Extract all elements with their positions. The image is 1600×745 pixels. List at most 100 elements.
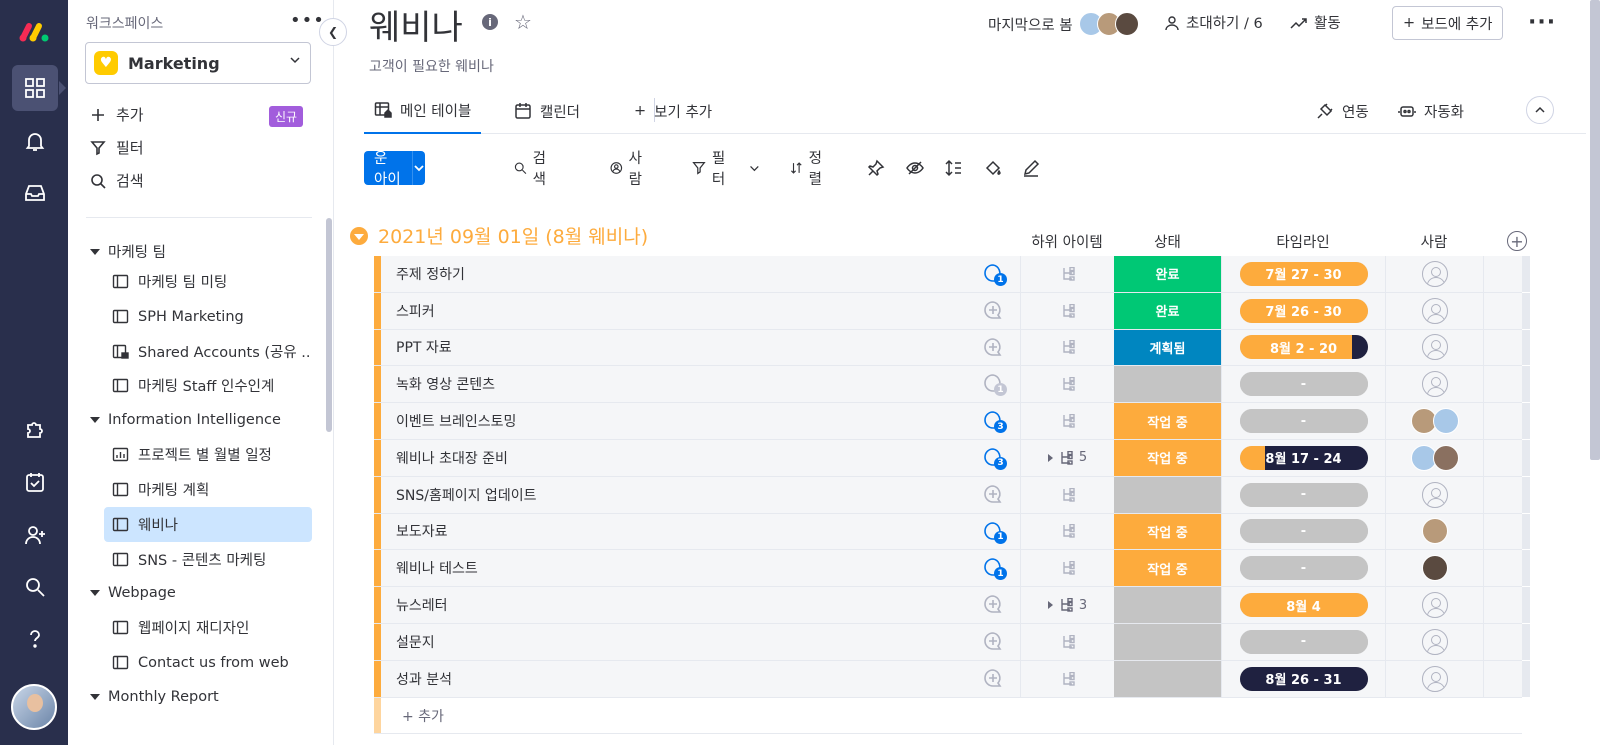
new-item-button[interactable]: 새로운 아이템: [364, 151, 426, 185]
last-seen[interactable]: 마지막으로 봄: [988, 12, 1139, 36]
status-cell[interactable]: [1114, 623, 1221, 660]
board-item[interactable]: 마케팅 팀 미팅: [104, 264, 312, 299]
item-name[interactable]: 주제 정하기: [396, 256, 465, 292]
invite-button[interactable]: 초대하기 / 6: [1164, 12, 1263, 33]
status-cell[interactable]: 완료: [1114, 256, 1221, 292]
timeline-cell[interactable]: 8월 17 - 24: [1221, 439, 1385, 476]
expand-caret-icon[interactable]: [1047, 453, 1053, 462]
timeline-cell[interactable]: -: [1221, 513, 1385, 550]
subitems-cell[interactable]: [1020, 476, 1114, 513]
item-name[interactable]: 스피커: [396, 293, 435, 329]
timeline-cell[interactable]: -: [1221, 476, 1385, 513]
timeline-cell[interactable]: 8월 4: [1221, 587, 1385, 623]
column-header-status[interactable]: 상태: [1114, 231, 1221, 252]
timeline-cell[interactable]: 8월 26 - 31: [1221, 660, 1385, 697]
add-update-icon[interactable]: [982, 336, 1006, 360]
person-cell[interactable]: [1385, 403, 1483, 439]
timeline-cell[interactable]: 7월 27 - 30: [1221, 256, 1385, 292]
timeline-cell[interactable]: -: [1221, 403, 1385, 439]
tab-main-table[interactable]: 메인 테이블: [364, 88, 482, 134]
invite-user-icon[interactable]: [12, 512, 58, 558]
timeline-cell[interactable]: -: [1221, 623, 1385, 660]
subitems-cell[interactable]: [1020, 623, 1114, 660]
sidebar-filter-button[interactable]: 필터: [90, 137, 144, 158]
workspace-selector[interactable]: ♥ Marketing: [85, 42, 311, 84]
add-column-icon[interactable]: +: [1507, 231, 1527, 251]
add-update-icon[interactable]: [982, 299, 1006, 323]
automate-button[interactable]: 자동화: [1398, 88, 1464, 134]
status-cell[interactable]: 작업 중: [1114, 439, 1221, 476]
item-name[interactable]: PPT 자료: [396, 330, 452, 366]
board-item[interactable]: 마케팅 Staff 인수인계: [104, 368, 312, 403]
table-row[interactable]: 성과 분석 8월 26 - 31: [374, 660, 1530, 698]
table-row[interactable]: PPT 자료 계획됨 8월 2 - 20: [374, 329, 1530, 367]
row-height-icon[interactable]: [944, 159, 962, 177]
timeline-cell[interactable]: -: [1221, 366, 1385, 403]
add-update-icon[interactable]: [982, 593, 1006, 617]
board-item[interactable]: Shared Accounts (공유 ...: [104, 334, 312, 369]
updates-bubble-icon[interactable]: 1: [982, 556, 1007, 581]
board-item[interactable]: SPH Marketing: [104, 299, 312, 334]
my-work-calendar-icon[interactable]: [12, 459, 58, 505]
folder-information-intelligence[interactable]: Information Intelligence: [90, 412, 281, 428]
add-view-button[interactable]: + 보기 추가: [624, 88, 722, 134]
item-name[interactable]: 녹화 영상 콘텐츠: [396, 366, 495, 402]
group-header[interactable]: 2021년 09월 01일 (8월 웨비나): [350, 222, 648, 249]
table-row[interactable]: 이벤트 브레인스토밍 3 작업 중 -: [374, 403, 1530, 440]
user-avatar[interactable]: [11, 684, 57, 730]
person-cell[interactable]: [1385, 476, 1483, 513]
board-item[interactable]: 프로젝트 별 월별 일정: [104, 437, 312, 472]
timeline-cell[interactable]: 7월 26 - 30: [1221, 292, 1385, 329]
person-cell[interactable]: [1385, 439, 1483, 476]
add-update-icon[interactable]: [982, 630, 1006, 654]
board-item[interactable]: 웹페이지 재디자인: [104, 610, 312, 645]
sidebar-collapse-button[interactable]: ❮: [319, 18, 347, 46]
folder-marketing-team[interactable]: 마케팅 팀: [90, 241, 166, 262]
tab-calendar[interactable]: 캘린더: [504, 88, 590, 134]
table-row[interactable]: 스피커 완료 7월 26 - 30: [374, 292, 1530, 330]
item-name[interactable]: SNS/홈페이지 업데이트: [396, 477, 536, 513]
item-name[interactable]: 웨비나 테스트: [396, 550, 478, 586]
sidebar-scrollbar[interactable]: [326, 218, 332, 432]
add-to-board-button[interactable]: + 보드에 추가: [1392, 6, 1504, 40]
status-cell[interactable]: [1114, 587, 1221, 623]
status-cell[interactable]: [1114, 660, 1221, 697]
table-row[interactable]: 웨비나 테스트 1 작업 중 -: [374, 550, 1530, 588]
person-cell[interactable]: [1385, 256, 1483, 292]
collapse-header-button[interactable]: [1526, 96, 1554, 124]
status-cell[interactable]: 작업 중: [1114, 513, 1221, 550]
timeline-cell[interactable]: -: [1221, 550, 1385, 587]
workspace-grid-icon[interactable]: [12, 65, 66, 111]
board-item[interactable]: Contact us from web: [104, 645, 312, 680]
activity-button[interactable]: 활동: [1290, 12, 1341, 33]
column-header-timeline[interactable]: 타임라인: [1221, 231, 1385, 252]
pin-icon[interactable]: [867, 159, 885, 177]
folder-monthly-report[interactable]: Monthly Report: [90, 689, 219, 705]
item-name[interactable]: 웨비나 초대장 준비: [396, 440, 508, 476]
info-icon[interactable]: i: [482, 14, 498, 30]
status-cell[interactable]: [1114, 366, 1221, 403]
status-cell[interactable]: 작업 중: [1114, 550, 1221, 587]
board-item[interactable]: 마케팅 계획: [104, 472, 312, 507]
table-row[interactable]: SNS/홈페이지 업데이트 -: [374, 476, 1530, 514]
person-cell[interactable]: [1385, 292, 1483, 329]
sidebar-search-button[interactable]: 검색: [90, 170, 144, 191]
subitems-cell[interactable]: 5: [1020, 439, 1114, 476]
expand-caret-icon[interactable]: [1047, 601, 1053, 610]
item-name[interactable]: 이벤트 브레인스토밍: [396, 403, 516, 439]
person-cell[interactable]: [1385, 550, 1483, 587]
integrate-button[interactable]: 연동: [1316, 88, 1369, 134]
updates-bubble-icon[interactable]: 3: [982, 446, 1007, 470]
inbox-icon[interactable]: [12, 170, 58, 216]
subitems-cell[interactable]: [1020, 513, 1114, 550]
search-button[interactable]: 검색: [514, 151, 551, 188]
group-collapse-icon[interactable]: [350, 226, 368, 245]
status-cell[interactable]: [1114, 476, 1221, 513]
subitems-cell[interactable]: [1020, 329, 1114, 366]
page-title[interactable]: 웨비나: [369, 0, 463, 49]
search-icon[interactable]: [12, 564, 58, 610]
folder-webpage[interactable]: Webpage: [90, 585, 176, 601]
column-header-person[interactable]: 사람: [1385, 231, 1483, 252]
status-cell[interactable]: 작업 중: [1114, 403, 1221, 439]
person-filter-button[interactable]: 사람: [610, 151, 647, 188]
